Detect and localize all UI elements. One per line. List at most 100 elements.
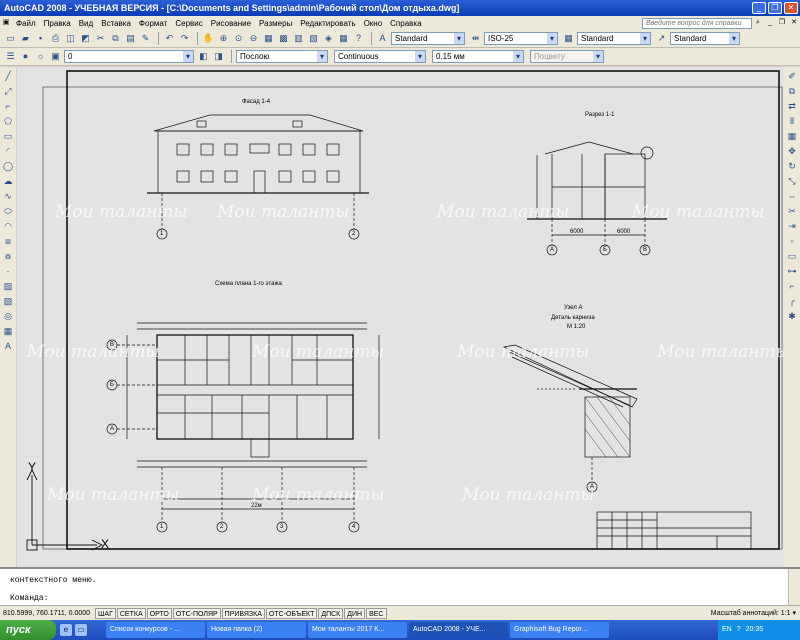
mirror-icon[interactable]: ⇄ [786,100,799,113]
spline-icon[interactable]: ∿ [2,190,15,203]
region-icon[interactable]: ◎ [2,310,15,323]
fillet-icon[interactable]: ╭ [786,295,799,308]
taskbar-item[interactable]: Graphisoft Bug Repor... [510,622,609,638]
arc-icon[interactable]: ◜ [2,145,15,158]
search-icon[interactable]: ⌕ [753,18,763,28]
menu-edit[interactable]: Правка [40,19,75,28]
sheet-set-icon[interactable]: ▧ [307,32,320,45]
linetype-select[interactable]: Continuous [334,50,426,63]
close-button[interactable]: ✕ [784,2,798,14]
ellipse-icon[interactable]: ⬭ [2,205,15,218]
make-current-icon[interactable]: ◧ [197,50,210,63]
chamfer-icon[interactable]: ⌐ [786,280,799,293]
line-icon[interactable]: ╱ [2,70,15,83]
rectangle-icon[interactable]: ▭ [2,130,15,143]
erase-icon[interactable]: ✐ [786,70,799,83]
menu-insert[interactable]: Вставка [97,19,135,28]
command-scrollbar[interactable] [788,569,800,605]
polygon-icon[interactable]: ⬠ [2,115,15,128]
mtext-icon[interactable]: A [2,340,15,353]
annotation-scale-value[interactable]: 1:1 [781,610,791,617]
layer-select[interactable]: 0 [64,50,194,63]
paste-icon[interactable]: ▤ [124,32,137,45]
menu-format[interactable]: Формат [135,19,171,28]
rotate-icon[interactable]: ↻ [786,160,799,173]
doc-close-button[interactable]: ✕ [789,18,799,28]
table-style-select[interactable]: Standard [577,32,651,45]
help-icon[interactable]: ? [352,32,365,45]
menu-help[interactable]: Справка [386,19,425,28]
doc-restore-button[interactable]: ❐ [777,18,787,28]
annotation-scale[interactable]: Масштаб аннотаций: 1:1 ▾ [711,609,800,617]
dim-style-select[interactable]: ISO-25 [484,32,558,45]
preview-icon[interactable]: ◫ [64,32,77,45]
match-properties-icon[interactable]: ✎ [139,32,152,45]
table-icon[interactable]: ▦ [2,325,15,338]
menu-modify[interactable]: Редактировать [296,19,359,28]
break-icon[interactable]: ▭ [786,250,799,263]
ellipse-arc-icon[interactable]: ◠ [2,220,15,233]
layer-manager-icon[interactable]: ☰ [4,50,17,63]
pan-icon[interactable]: ✋ [202,32,215,45]
taskbar-item[interactable]: Новая папка (2) [207,622,306,638]
polar-toggle[interactable]: ОТС-ПОЛЯР [172,607,221,619]
taskbar-item-active[interactable]: AutoCAD 2008 - УЧЕ... [409,622,508,638]
taskbar-item[interactable]: Список конкурсов - ... [106,622,205,638]
ducs-toggle[interactable]: ДПСК [318,607,344,619]
gradient-icon[interactable]: ▧ [2,295,15,308]
hatch-icon[interactable]: ▨ [2,280,15,293]
title-bar[interactable]: AutoCAD 2008 - УЧЕБНАЯ ВЕРСИЯ - [C:\Docu… [0,0,800,16]
redo-icon[interactable]: ↷ [178,32,191,45]
scale-icon[interactable]: ⤡ [786,175,799,188]
otrack-toggle[interactable]: ОТС-ОБЪЕКТ [265,607,318,619]
menu-view[interactable]: Вид [75,19,97,28]
command-window[interactable]: контекстного меню. Команда: [0,567,800,605]
desktop-icon[interactable]: ▭ [75,624,87,636]
lineweight-select[interactable]: 0.15 мм [432,50,524,63]
offset-icon[interactable]: ⫴ [786,115,799,128]
design-center-icon[interactable]: ▩ [277,32,290,45]
print-icon[interactable]: ⎙ [49,32,62,45]
markup-icon[interactable]: ◈ [322,32,335,45]
menu-dimension[interactable]: Размеры [255,19,296,28]
taskbar-item[interactable]: Мои таланты 2017 К... [308,622,407,638]
minimize-button[interactable]: _ [752,2,766,14]
doc-minimize-button[interactable]: _ [765,18,775,28]
grid-toggle[interactable]: СЕТКА [116,607,146,619]
join-icon[interactable]: ⊶ [786,265,799,278]
new-file-icon[interactable]: ▭ [4,32,17,45]
plotstyle-select[interactable]: Поцвету [530,50,604,63]
multileader-style-select[interactable]: Standard [670,32,740,45]
construction-line-icon[interactable]: ⤢ [2,85,15,98]
document-icon[interactable]: ▣ [1,18,11,28]
restore-button[interactable]: ❐ [768,2,782,14]
zoom-window-icon[interactable]: ⊙ [232,32,245,45]
open-folder-icon[interactable]: ▰ [19,32,32,45]
copy-object-icon[interactable]: ⧉ [786,85,799,98]
revision-cloud-icon[interactable]: ☁ [2,175,15,188]
move-icon[interactable]: ✥ [786,145,799,158]
break-point-icon[interactable]: ▫ [786,235,799,248]
stretch-icon[interactable]: ⇔ [786,190,799,203]
menu-window[interactable]: Окно [360,19,387,28]
lineweight-toggle[interactable]: ВЕС [366,607,387,619]
help-search-input[interactable]: Введите вопрос для справки [642,17,752,29]
drawing-area[interactable]: Мои таланты Мои таланты Мои таланты Мои … [17,67,784,567]
layer-previous-icon[interactable]: ◨ [212,50,225,63]
copy-icon[interactable]: ⧉ [109,32,122,45]
osnap-toggle[interactable]: ПРИВЯЗКА [221,607,265,619]
tool-palettes-icon[interactable]: ▥ [292,32,305,45]
menu-tools[interactable]: Сервис [171,19,206,28]
cut-icon[interactable]: ✂ [94,32,107,45]
language-indicator[interactable]: EN [722,620,732,640]
menu-file[interactable]: Файл [12,19,40,28]
publish-icon[interactable]: ◩ [79,32,92,45]
point-icon[interactable]: · [2,265,15,278]
save-icon[interactable]: ▪ [34,32,47,45]
circle-icon[interactable]: ◯ [2,160,15,173]
command-prompt[interactable]: Команда: [10,594,48,603]
zoom-previous-icon[interactable]: ⊖ [247,32,260,45]
tray-icon[interactable]: ? [737,620,741,640]
properties-icon[interactable]: ▦ [262,32,275,45]
browser-icon[interactable]: e [60,624,72,636]
